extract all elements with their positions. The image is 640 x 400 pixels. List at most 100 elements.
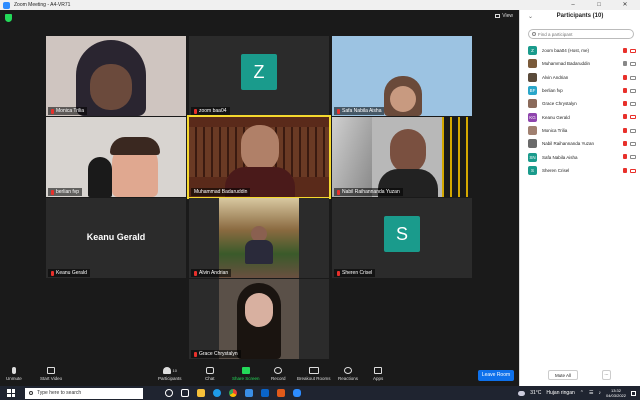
participant-avatar: S (528, 165, 537, 175)
notification-icon[interactable] (631, 390, 636, 396)
participant-name: Nabil Raihannanda Yuzan (342, 189, 400, 195)
video-tile-sheren[interactable]: S Sheren Crisel (332, 198, 472, 278)
participant-avatar (528, 139, 537, 149)
video-on-icon (630, 88, 636, 93)
participants-button[interactable]: 10 Participants (158, 367, 182, 381)
participant-name: Nabil Raihannanda Yuzan (542, 141, 594, 147)
breakout-rooms-icon (308, 367, 319, 374)
smiley-icon (344, 367, 352, 374)
participant-name: Grace Chrystalyn (542, 101, 577, 107)
chevron-up-icon[interactable]: ⌃ (580, 390, 584, 396)
video-frame (110, 137, 160, 155)
participant-search[interactable] (528, 29, 634, 39)
participant-avatar (528, 72, 537, 82)
participant-name: Monica Trilia (542, 127, 568, 133)
participant-avatar: Z (528, 46, 537, 56)
chevron-down-icon[interactable]: ⌄ (528, 13, 533, 20)
video-frame (90, 64, 132, 110)
cortana-icon[interactable] (165, 389, 173, 397)
participant-name: zoom baa04 (199, 108, 227, 114)
video-on-icon (630, 155, 636, 160)
mic-muted-icon (51, 108, 54, 114)
participant-row[interactable]: KG Keanu Gerald (520, 110, 640, 123)
participant-name: Muhammad Badaruddin (194, 189, 248, 195)
mic-muted-icon (337, 189, 340, 195)
volume-icon[interactable]: ♪ (598, 390, 601, 396)
participant-row[interactable]: Alvin Andrian (520, 71, 640, 84)
video-tile-safa[interactable]: Safa Nabila Aisha (332, 36, 472, 116)
edge-icon[interactable] (213, 389, 221, 397)
video-tile-berlian[interactable]: berlian fvp (46, 117, 186, 197)
video-tile-keanu[interactable]: Keanu Gerald Keanu Gerald (46, 198, 186, 278)
close-icon[interactable]: ✕ (612, 0, 638, 10)
system-tray: 31°C Hujan ringan ⌃ ☰ ♪ 13:32 04/03/2022 (518, 386, 636, 400)
participant-row[interactable]: Zzoom baa04 (Host, me) (520, 44, 640, 57)
reactions-button[interactable]: Reactions (338, 367, 358, 381)
video-tile-alvin[interactable]: Alvin Andrian (189, 198, 329, 278)
participants-label: Participants (158, 376, 182, 381)
apps-label: Apps (373, 376, 384, 381)
zoom-taskbar-icon[interactable] (293, 389, 301, 397)
breakout-rooms-button[interactable]: Breakout Rooms (297, 367, 331, 381)
video-on-icon (630, 102, 636, 107)
task-view-icon[interactable] (181, 389, 189, 397)
chat-icon (205, 367, 214, 374)
unmute-label: Unmute (6, 376, 22, 381)
weather-temp[interactable]: 31°C (530, 390, 541, 396)
media-player-icon[interactable] (277, 389, 285, 397)
video-tile-zoom-baa04[interactable]: Z zoom baa04 (189, 36, 329, 116)
mail-icon[interactable] (261, 389, 269, 397)
weather-text[interactable]: Hujan ringan (546, 390, 574, 396)
participant-row[interactable]: Grace Chrystalyn (520, 97, 640, 110)
record-button[interactable]: Record (271, 367, 286, 381)
share-screen-button[interactable]: Share Screen (232, 367, 260, 381)
leave-room-button[interactable]: Leave Room (478, 370, 514, 381)
participant-row[interactable]: SN Safa Nabila Aisha (520, 150, 640, 163)
participant-row[interactable]: Nabil Raihannanda Yuzan (520, 137, 640, 150)
network-icon[interactable]: ☰ (589, 390, 593, 396)
video-frame (245, 240, 273, 264)
panel-title: Participants (10) (556, 13, 604, 19)
title-bar: Zoom Meeting - A4-VR71 – □ ✕ (0, 0, 640, 10)
video-tile-nabil[interactable]: Nabil Raihannanda Yuzan (332, 117, 472, 197)
view-button[interactable]: View (495, 13, 513, 19)
mic-on-icon (623, 61, 627, 67)
start-video-button[interactable]: Start Video (40, 367, 62, 381)
taskbar-search-placeholder: Type here to search (37, 390, 82, 396)
meeting-area: View Monica Trilia Z zoom baa04 Safa Nab… (0, 10, 519, 366)
participant-row[interactable]: S Sheren Crisel (520, 164, 640, 177)
microphone-muted-icon (11, 367, 16, 374)
video-frame (332, 117, 372, 197)
video-tile-muhammad-active-speaker[interactable]: Muhammad Badaruddin (187, 115, 331, 199)
chrome-icon[interactable] (229, 389, 237, 397)
unmute-button[interactable]: Unmute (6, 367, 22, 381)
video-frame (442, 117, 472, 197)
video-frame (390, 129, 426, 173)
system-clock[interactable]: 13:32 04/03/2022 (606, 388, 626, 398)
mute-all-button[interactable]: Mute All (548, 370, 578, 380)
apps-button[interactable]: Apps (373, 367, 383, 381)
chat-button[interactable]: Chat (205, 367, 215, 381)
start-video-label: Start Video (40, 376, 63, 381)
taskbar-search-box[interactable]: Type here to search (25, 387, 143, 399)
participant-row[interactable]: Monica Trilia (520, 124, 640, 137)
mic-muted-icon (623, 48, 627, 53)
store-icon[interactable] (245, 389, 253, 397)
participant-search-input[interactable] (538, 31, 628, 37)
participant-row[interactable]: BF berlian fvp (520, 84, 640, 97)
participant-name: Sheren Crisel (542, 167, 570, 173)
participant-name: zoom baa04 (Host, me) (542, 48, 590, 54)
windows-start-icon[interactable] (7, 389, 15, 397)
participant-name: Safa Nabila Aisha (542, 154, 578, 160)
video-tile-grace[interactable]: Grace Chrystalyn (189, 279, 329, 359)
mic-muted-icon (337, 108, 340, 114)
video-tile-monica[interactable]: Monica Trilia (46, 36, 186, 116)
minimize-icon[interactable]: – (560, 0, 586, 10)
video-off-icon (630, 115, 636, 120)
view-label: View (502, 13, 513, 19)
maximize-icon[interactable]: □ (586, 0, 612, 10)
more-options-button[interactable]: ... (602, 370, 611, 380)
file-explorer-icon[interactable] (197, 389, 205, 397)
participant-row[interactable]: Muhammad Badaruddin (520, 57, 640, 70)
security-shield-icon[interactable] (5, 14, 12, 22)
